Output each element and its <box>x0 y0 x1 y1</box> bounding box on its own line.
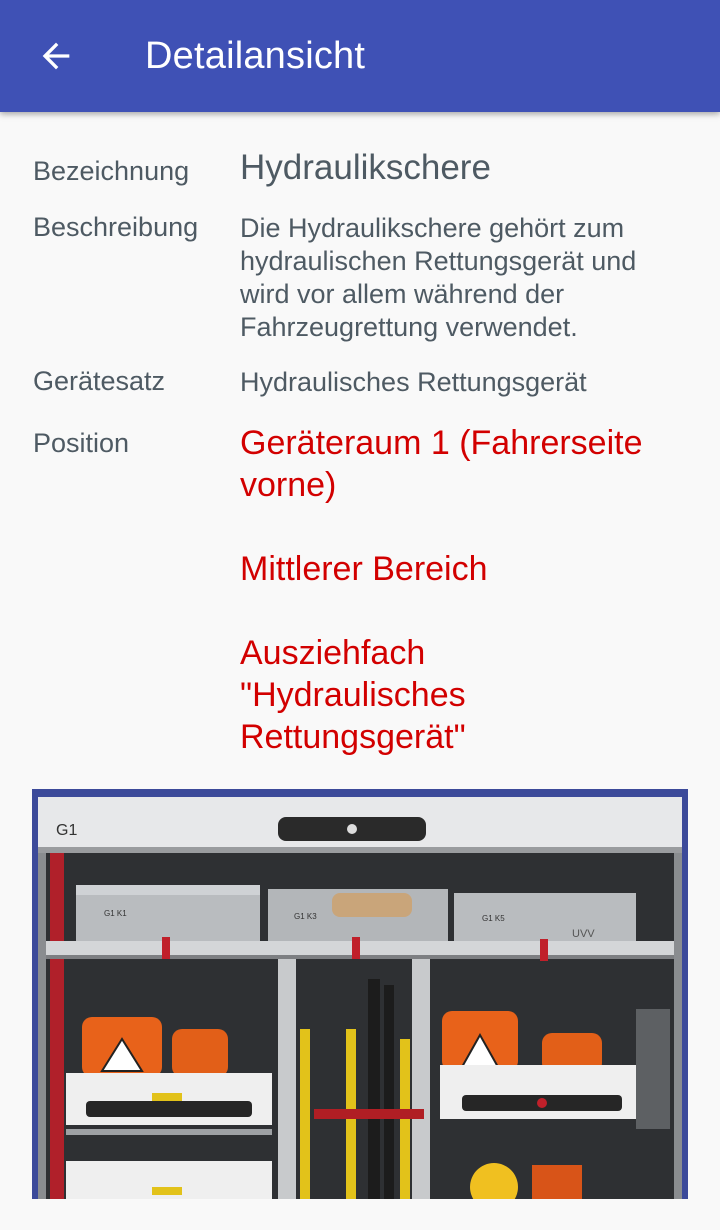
bezeichnung-label: Bezeichnung <box>33 156 190 186</box>
beschreibung-label: Beschreibung <box>33 212 199 242</box>
position-line: Ausziehfach <box>240 634 426 672</box>
position-line <box>240 590 690 632</box>
beschreibung-value: Die Hydraulikschere gehört zum hydraulis… <box>240 212 690 344</box>
geraetesatz-label: Gerätesatz <box>33 366 166 396</box>
beschreibung-line: Die Hydraulikschere gehört zum <box>240 213 625 243</box>
box-label: G1 K5 <box>482 914 505 923</box>
position-line: vorne) <box>240 466 337 504</box>
arrow-left-icon <box>42 42 70 70</box>
back-button[interactable] <box>20 20 92 92</box>
position-line: Mittlerer Bereich <box>240 550 488 588</box>
box-label: G1 K1 <box>104 909 127 918</box>
page-title: Detailansicht <box>145 35 366 77</box>
beschreibung-line: hydraulischen Rettungsgerät und <box>240 246 637 276</box>
position-line <box>240 506 690 548</box>
equipment-compartment-image: G1 G1 K1 G1 K3 G1 K5 UVV <box>32 789 688 1199</box>
app-bar: Detailansicht <box>0 0 720 112</box>
compartment-label: G1 <box>56 822 77 839</box>
bezeichnung-value: Hydraulikschere <box>240 148 491 187</box>
position-line: Geräteraum 1 (Fahrerseite <box>240 424 643 462</box>
position-value: Geräteraum 1 (Fahrerseite vorne) Mittler… <box>240 422 690 758</box>
position-line: "Hydraulisches <box>240 676 466 714</box>
position-line: Rettungsgerät" <box>240 718 466 756</box>
tape-label: UVV <box>572 928 595 940</box>
equipment-photo: G1 G1 K1 G1 K3 G1 K5 UVV <box>32 789 688 1199</box>
geraetesatz-value: Hydraulisches Rettungsgerät <box>240 367 587 397</box>
beschreibung-line: Fahrzeugrettung verwendet. <box>240 312 578 342</box>
beschreibung-line: wird vor allem während der <box>240 279 565 309</box>
box-label: G1 K3 <box>294 912 317 921</box>
position-label: Position <box>33 428 130 458</box>
